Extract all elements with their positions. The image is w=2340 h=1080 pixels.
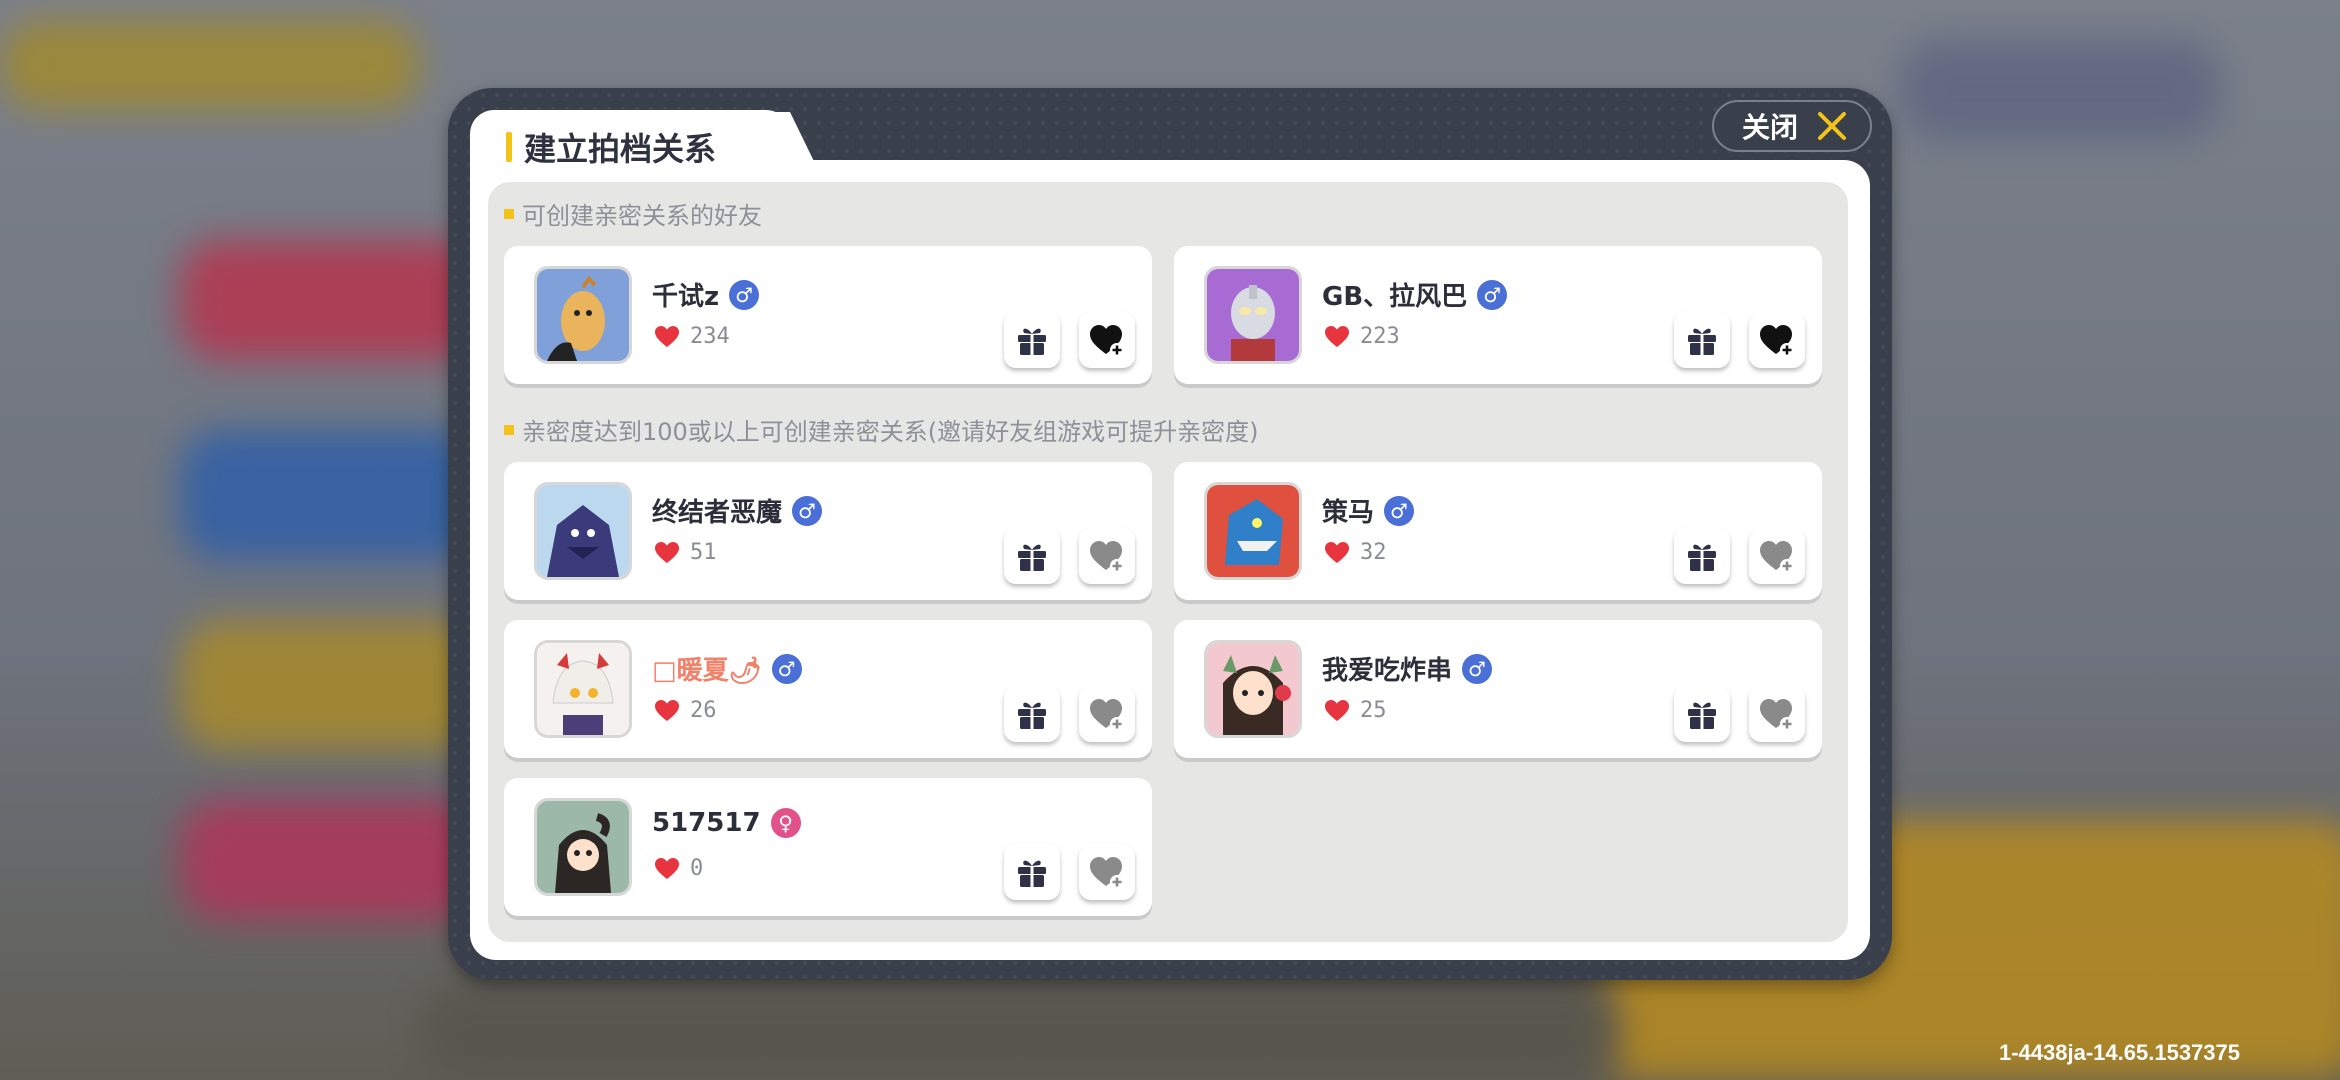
- section-header-eligible: 可创建亲密关系的好友: [504, 196, 762, 231]
- friend-card[interactable]: 千试z ♂ 234: [504, 246, 1152, 384]
- male-icon: ♂: [792, 495, 823, 526]
- avatar[interactable]: [1204, 640, 1302, 738]
- close-icon: [1818, 112, 1846, 140]
- male-icon: ♂: [1462, 653, 1493, 684]
- section-header-requirement: 亲密度达到100或以上可创建亲密关系(邀请好友组游戏可提升亲密度): [504, 412, 1259, 447]
- send-gift-button[interactable]: [1674, 686, 1730, 742]
- affinity-heart-icon: [1325, 699, 1349, 721]
- friend-name: 517517: [652, 808, 761, 838]
- bond-heart-button[interactable]: [1749, 312, 1805, 368]
- male-icon: ♂: [729, 279, 760, 310]
- gift-icon: [1018, 544, 1046, 571]
- bond-heart-button: [1079, 686, 1135, 742]
- affinity-value: 25: [1360, 698, 1387, 723]
- friend-card[interactable]: 策马 ♂ 32: [1174, 462, 1822, 600]
- affinity-value: 26: [690, 698, 717, 723]
- friend-name: 我爱吃炸串: [1322, 656, 1453, 686]
- send-gift-button[interactable]: [1004, 686, 1060, 742]
- heart-plus-icon: [1090, 857, 1124, 889]
- gift-icon: [1018, 328, 1046, 355]
- gift-icon: [1018, 702, 1046, 729]
- send-gift-button[interactable]: [1674, 312, 1730, 368]
- friend-name: 千试z: [652, 282, 720, 312]
- friend-name: □暖夏🌶: [652, 656, 762, 686]
- gift-icon: [1688, 702, 1716, 729]
- title-accent-bar: [506, 132, 512, 162]
- affinity-value: 51: [690, 540, 717, 565]
- version-text: 1-4438ja-14.65.1537375: [1999, 1040, 2240, 1065]
- send-gift-button[interactable]: [1004, 528, 1060, 584]
- bond-heart-button: [1079, 528, 1135, 584]
- affinity-heart-icon: [1325, 325, 1349, 347]
- send-gift-button[interactable]: [1004, 844, 1060, 900]
- female-icon: ♀: [770, 808, 801, 838]
- heart-plus-icon: [1090, 541, 1124, 573]
- close-button[interactable]: 关闭: [1712, 100, 1872, 152]
- friend-list-panel[interactable]: 可创建亲密关系的好友 亲密度达到100或以上可创建亲密关系(邀请好友组游戏可提升…: [488, 182, 1848, 942]
- friend-card[interactable]: 终结者恶魔 ♂ 51: [504, 462, 1152, 600]
- heart-plus-icon: [1760, 541, 1794, 573]
- avatar[interactable]: [534, 482, 632, 580]
- friend-card[interactable]: 517517 ♀ 0: [504, 778, 1152, 916]
- affinity-heart-icon: [1325, 541, 1349, 563]
- male-icon: ♂: [1477, 279, 1508, 310]
- send-gift-button[interactable]: [1674, 528, 1730, 584]
- affinity-value: 234: [690, 324, 730, 349]
- close-label: 关闭: [1742, 111, 1799, 144]
- bond-heart-button[interactable]: [1079, 312, 1135, 368]
- friend-card[interactable]: □暖夏🌶 ♂ 26: [504, 620, 1152, 758]
- partner-modal: 建立拍档关系 关闭 可创建亲密关系的好友 亲密度达到100或以上可创建亲密关系(…: [448, 88, 1892, 980]
- modal-title: 建立拍档关系: [524, 130, 717, 168]
- avatar[interactable]: [1204, 482, 1302, 580]
- avatar[interactable]: [534, 266, 632, 364]
- friend-name: 策马: [1322, 498, 1375, 528]
- gift-icon: [1018, 860, 1046, 887]
- affinity-heart-icon: [655, 541, 679, 563]
- male-icon: ♂: [1384, 495, 1415, 526]
- friend-name: GB、拉风巴: [1322, 282, 1468, 312]
- heart-plus-icon: [1760, 325, 1794, 357]
- send-gift-button[interactable]: [1004, 312, 1060, 368]
- affinity-heart-icon: [655, 325, 679, 347]
- gift-icon: [1688, 328, 1716, 355]
- avatar[interactable]: [534, 640, 632, 738]
- friend-name: 终结者恶魔: [652, 498, 783, 528]
- bond-heart-button: [1079, 844, 1135, 900]
- heart-plus-icon: [1760, 699, 1794, 731]
- avatar[interactable]: [1204, 266, 1302, 364]
- affinity-value: 0: [690, 856, 704, 881]
- heart-plus-icon: [1090, 325, 1124, 357]
- bond-heart-button: [1749, 686, 1805, 742]
- bond-heart-button: [1749, 528, 1805, 584]
- friend-card[interactable]: GB、拉风巴 ♂ 223: [1174, 246, 1822, 384]
- avatar[interactable]: [534, 798, 632, 896]
- heart-plus-icon: [1090, 699, 1124, 731]
- affinity-heart-icon: [655, 699, 679, 721]
- friend-card[interactable]: 我爱吃炸串 ♂ 25: [1174, 620, 1822, 758]
- affinity-heart-icon: [655, 857, 679, 879]
- male-icon: ♂: [771, 653, 802, 684]
- affinity-value: 223: [1360, 324, 1400, 349]
- affinity-value: 32: [1360, 540, 1387, 565]
- gift-icon: [1688, 544, 1716, 571]
